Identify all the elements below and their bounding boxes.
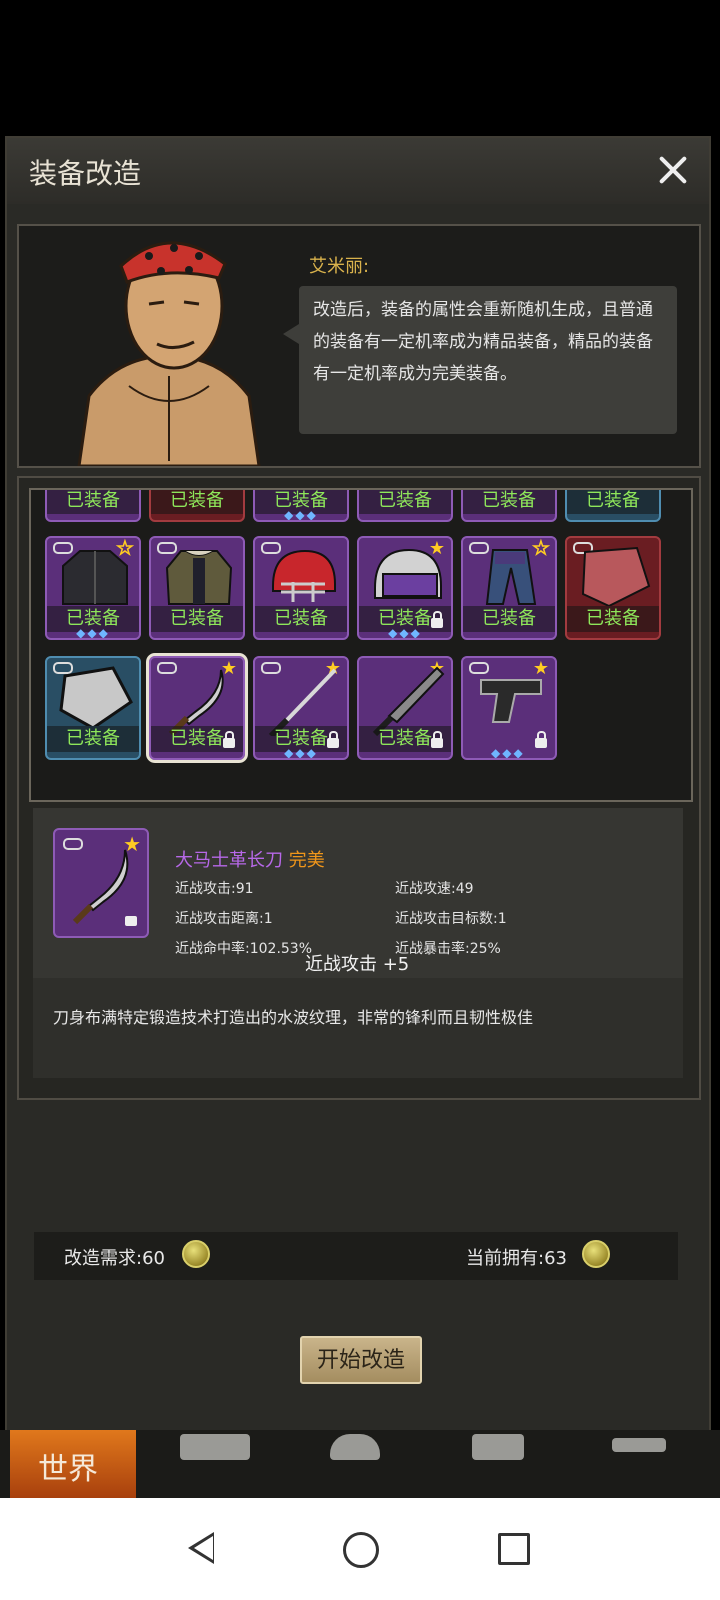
equipped-label: 已装备 <box>463 490 555 514</box>
equipment-slot[interactable]: 已装备 ◆◆◆ <box>253 490 349 522</box>
parka-icon <box>165 550 233 605</box>
equipped-label: 已装备 <box>151 606 243 632</box>
jacket-icon <box>62 550 128 605</box>
bonus-attribute: 近战攻击 +5 <box>305 954 410 975</box>
character-icon[interactable] <box>330 1434 380 1460</box>
equipped-label: 已装备 <box>463 606 555 632</box>
home-icon[interactable] <box>343 1532 379 1568</box>
equipped-label: 已装备 <box>151 490 243 514</box>
equipped-label: 已装备 <box>359 490 451 514</box>
equipment-slot-damascus-sabre[interactable]: ★ 已装备 <box>146 653 248 763</box>
pistol-icon <box>480 679 542 723</box>
item-name-line: 大马士革长刀 完美 <box>175 846 325 872</box>
item-description-panel: 刀身布满特定锻造技术打造出的水波纹理，非常的锋利而且韧性极佳 <box>33 978 683 1078</box>
equipment-slot-metal-shield[interactable]: 已装备 <box>45 656 141 760</box>
stat-melee-attack: 近战攻击:91 <box>175 881 254 897</box>
recent-apps-icon[interactable] <box>498 1533 530 1565</box>
cart-icon[interactable] <box>612 1438 666 1452</box>
pants-icon <box>485 549 537 605</box>
npc-portrait <box>49 226 289 466</box>
gem-sockets: ◆◆◆ <box>388 626 422 640</box>
required-cost: 改造需求:60 <box>64 1248 165 1269</box>
equipped-label: 已装备 <box>255 606 347 632</box>
title-bar: 装备改造 <box>7 138 709 204</box>
android-navigation-bar <box>0 1498 720 1600</box>
equipment-slot-katana[interactable]: ★ 已装备 ◆◆◆ <box>253 656 349 760</box>
coin-icon <box>582 1240 610 1268</box>
gem-sockets: ◆◆◆ <box>76 626 110 640</box>
npc-dialog-panel: 艾米丽: 改造后，装备的属性会重新随机生成，且普通的装备有一定机率成为精品装备，… <box>17 224 701 468</box>
start-modify-button[interactable]: 开始改造 <box>300 1336 422 1384</box>
shield-icon <box>581 546 651 606</box>
gem-sockets: ◆◆◆ <box>491 746 525 760</box>
riot-helmet-icon <box>374 548 442 599</box>
equipment-slot-police-helmet[interactable]: ★ 已装备 ◆◆◆ <box>357 536 453 640</box>
gem-sockets: ◆◆◆ <box>284 508 318 522</box>
npc-name: 艾米丽: <box>309 256 370 277</box>
game-bottom-nav: 世界 <box>0 1430 720 1498</box>
item-quality: 完美 <box>288 850 325 871</box>
equipment-slot-parka[interactable]: 已装备 <box>149 536 245 640</box>
close-icon[interactable] <box>651 148 695 192</box>
building-icon[interactable] <box>472 1434 524 1460</box>
owned-amount: 当前拥有:63 <box>466 1248 567 1269</box>
back-icon[interactable] <box>188 1532 214 1564</box>
npc-speech-text: 改造后，装备的属性会重新随机生成，且普通的装备有一定机率成为精品装备，精品的装备… <box>313 300 653 384</box>
cost-bar: 改造需求:60 当前拥有:63 <box>34 1232 678 1280</box>
equipped-label: 已装备 <box>47 490 139 514</box>
speech-bubble: 改造后，装备的属性会重新随机生成，且普通的装备有一定机率成为精品装备，精品的装备… <box>283 286 677 434</box>
item-name: 大马士革长刀 <box>175 850 283 871</box>
lock-icon <box>431 731 443 748</box>
equipment-slot-red-shield[interactable]: 已装备 <box>565 536 661 640</box>
equipped-label: 已装备 <box>567 606 659 632</box>
equipment-slot-football-helmet[interactable]: 已装备 <box>253 536 349 640</box>
equipment-slot[interactable]: 已装备 <box>45 490 141 522</box>
equipment-slot[interactable]: 已装备 <box>565 490 661 522</box>
dialog-title: 装备改造 <box>29 157 142 190</box>
item-description: 刀身布满特定锻造技术打造出的水波纹理，非常的锋利而且韧性极佳 <box>53 1008 534 1027</box>
coin-icon <box>182 1240 210 1268</box>
equipped-label: 已装备 <box>47 726 139 752</box>
stat-melee-crit: 近战暴击率:25% <box>395 941 501 957</box>
equipment-slot-jacket[interactable]: ★ 已装备 ◆◆◆ <box>45 536 141 640</box>
equipment-slot[interactable]: 已装备 <box>461 490 557 522</box>
item-detail-panel: ★ 大马士革长刀 完美 近战攻击:91 近战攻速:49 近战攻击距离:1 近战攻… <box>33 808 683 978</box>
helmet-icon <box>272 549 336 602</box>
equipment-slot-machete[interactable]: ★ 已装备 <box>357 656 453 760</box>
stat-melee-speed: 近战攻速:49 <box>395 881 474 897</box>
stat-melee-range: 近战攻击距离:1 <box>175 911 273 927</box>
equipped-label: 已装备 <box>567 490 659 514</box>
lock-icon <box>223 731 235 748</box>
gem-sockets: ◆◆◆ <box>284 746 318 760</box>
equipment-slot-pistol[interactable]: ★ ◆◆◆ <box>461 656 557 760</box>
equipment-grid[interactable]: 已装备 已装备 已装备 ◆◆◆ 已装备 已装备 已装备 ★ 已装备 ◆◆◆ 已装… <box>29 488 693 802</box>
lock-icon <box>125 916 137 926</box>
backpack-icon[interactable] <box>180 1434 250 1460</box>
equipment-slot-pants[interactable]: ★ 已装备 <box>461 536 557 640</box>
equipment-slot[interactable]: 已装备 <box>357 490 453 522</box>
nav-world-label: 世界 <box>38 1452 98 1487</box>
stat-melee-accuracy: 近战命中率:102.53% <box>175 941 313 957</box>
equipment-slot[interactable]: 已装备 <box>149 490 245 522</box>
selected-item-icon: ★ <box>53 828 149 938</box>
sabre-icon <box>72 849 129 925</box>
nav-world-tab[interactable]: 世界 <box>10 1430 136 1498</box>
inventory-panel: 已装备 已装备 已装备 ◆◆◆ 已装备 已装备 已装备 ★ 已装备 ◆◆◆ 已装… <box>17 476 701 1100</box>
shield-icon <box>59 666 133 726</box>
stat-melee-targets: 近战攻击目标数:1 <box>395 911 507 927</box>
